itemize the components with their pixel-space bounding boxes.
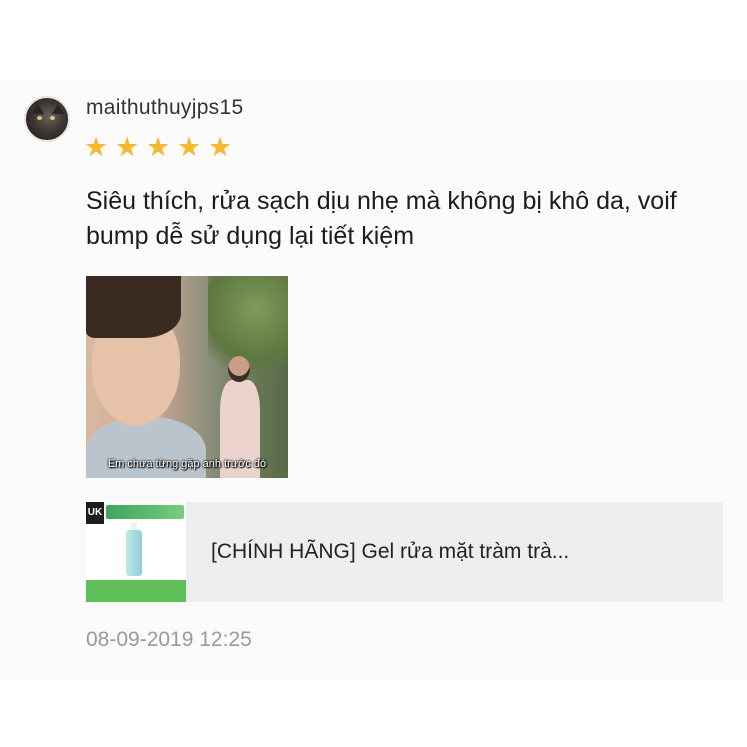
star-icon: ★ [208, 132, 233, 163]
thumbnail-header-band [106, 505, 184, 519]
star-rating: ★ ★ ★ ★ ★ [84, 134, 235, 161]
star-icon: ★ [146, 132, 171, 163]
star-icon: ★ [84, 132, 109, 163]
product-title: [CHÍNH HÃNG] Gel rửa mặt tràm trà... [211, 540, 570, 563]
avatar-cat-ear-right [52, 104, 64, 114]
avatar-cat-eye-left [37, 116, 42, 120]
review-text: Siêu thích, rửa sạch dịu nhẹ mà không bị… [86, 187, 677, 250]
photo-subtitle: Em chưa từng gặp anh trước đó [107, 458, 267, 470]
reviewer-username[interactable]: maithuthuyjps15 [86, 96, 243, 120]
thumbnail-footer-band [86, 580, 186, 602]
user-avatar[interactable] [24, 96, 70, 142]
photo-hair [86, 276, 181, 338]
brand-logo: UK [86, 502, 104, 524]
review-photo[interactable]: Em chưa từng gặp anh trước đó [86, 276, 288, 478]
review-timestamp: 08-09-2019 12:25 [86, 628, 252, 651]
photo-second-person-head [228, 356, 250, 382]
avatar-cat-eye-right [50, 116, 55, 120]
star-icon: ★ [177, 132, 202, 163]
product-thumbnail: UK [86, 502, 186, 602]
star-icon: ★ [115, 132, 140, 163]
product-link[interactable]: UK [CHÍNH HÃNG] Gel rửa mặt tràm trà... [86, 502, 723, 602]
avatar-cat-ear-left [32, 104, 44, 114]
gel-bottle-icon [126, 522, 142, 576]
